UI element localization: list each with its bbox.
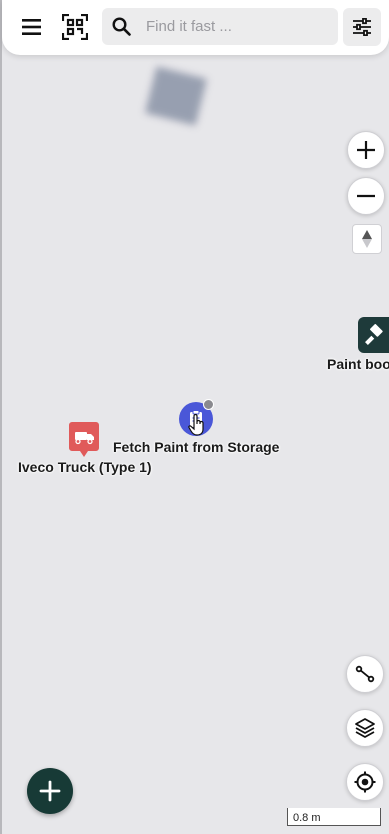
route-icon [355, 665, 375, 683]
layers-button[interactable] [346, 709, 384, 747]
poi-label-truck: Iveco Truck (Type 1) [18, 459, 152, 475]
poi-label-paint-booth: Paint boo [327, 356, 389, 372]
map-scale-bar: 0.8 m [287, 808, 381, 826]
search-input[interactable] [146, 8, 326, 45]
paint-booth-marker[interactable] [358, 317, 389, 353]
poi-label-task: Fetch Paint from Storage [113, 439, 280, 455]
hammer-icon [365, 324, 383, 345]
qr-scan-button[interactable] [55, 8, 95, 46]
top-bar [2, 0, 389, 55]
menu-button[interactable] [12, 8, 52, 46]
location-target-icon [354, 771, 376, 793]
hamburger-menu-icon [22, 19, 41, 35]
add-button[interactable] [27, 768, 73, 814]
compass-button[interactable] [352, 224, 382, 254]
search-bar[interactable] [102, 8, 338, 45]
zoom-in-button[interactable] [347, 131, 385, 169]
zoom-out-button[interactable] [347, 177, 385, 215]
task-status-badge [203, 399, 214, 410]
hand-cursor-icon [188, 414, 204, 436]
layers-icon [355, 718, 375, 738]
my-location-button[interactable] [346, 763, 384, 801]
sliders-icon [353, 18, 371, 36]
search-icon [112, 17, 131, 36]
filter-button[interactable] [343, 8, 381, 46]
plus-icon [39, 780, 61, 802]
route-button[interactable] [346, 655, 384, 693]
qr-scan-icon [62, 14, 88, 40]
truck-marker[interactable] [68, 421, 100, 459]
compass-icon [362, 230, 372, 248]
plus-icon [357, 141, 375, 159]
minus-icon [357, 194, 375, 198]
scale-label: 0.8 m [293, 812, 321, 824]
